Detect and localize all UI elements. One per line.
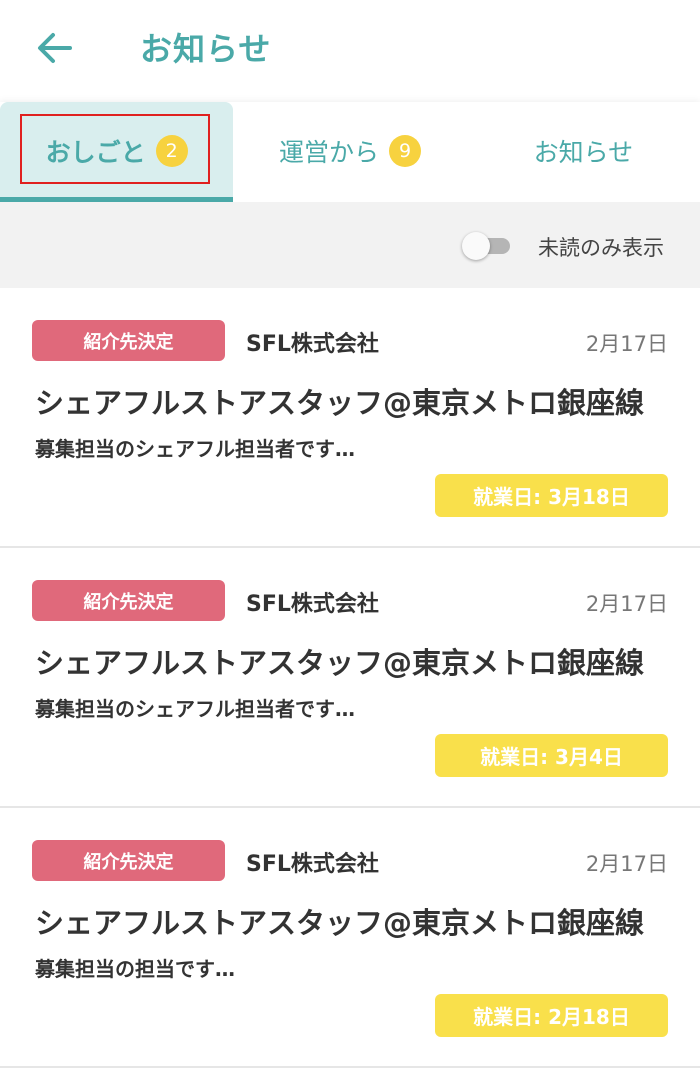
- status-tag: 紹介先決定: [32, 580, 225, 621]
- work-date-badge: 就業日: 3月4日: [435, 734, 668, 777]
- tab-bar: おしごと 2 運営から 9 お知らせ: [0, 102, 700, 202]
- work-date-badge: 就業日: 2月18日: [435, 994, 668, 1037]
- toggle-knob: [462, 232, 490, 260]
- notification-date: 2月17日: [585, 852, 668, 876]
- unread-count-badge: 2: [155, 135, 188, 167]
- notification-card[interactable]: 紹介先決定 SFL株式会社 2月17日 シェアフルストアスタッフ@東京メトロ銀座…: [0, 548, 700, 808]
- tab-label: お知らせ: [533, 138, 634, 167]
- tab-label: おしごと: [45, 138, 146, 167]
- notification-card[interactable]: 紹介先決定 SFL株式会社 2月17日 シェアフルストアスタッフ@東京メトロ銀座…: [0, 288, 700, 548]
- unread-count-badge: 9: [389, 135, 421, 167]
- job-title: シェアフルストアスタッフ@東京メトロ銀座線: [35, 646, 645, 680]
- app-header: お知らせ: [0, 0, 700, 102]
- unread-only-label: 未読のみ表示: [538, 236, 664, 260]
- status-tag: 紹介先決定: [32, 840, 225, 881]
- back-button[interactable]: [30, 28, 78, 68]
- job-title: シェアフルストアスタッフ@東京メトロ銀座線: [35, 386, 645, 420]
- message-snippet: 募集担当のシェアフル担当者です…: [35, 697, 355, 721]
- company-name: SFL株式会社: [246, 852, 379, 877]
- notification-card[interactable]: 紹介先決定 SFL株式会社 2月17日 シェアフルストアスタッフ@東京メトロ銀座…: [0, 808, 700, 1068]
- page-title: お知らせ: [140, 30, 272, 68]
- company-name: SFL株式会社: [246, 332, 379, 357]
- tab-oshigoto[interactable]: おしごと 2: [0, 102, 234, 202]
- unread-only-toggle[interactable]: [462, 232, 512, 260]
- work-date-badge: 就業日: 3月18日: [435, 474, 668, 517]
- arrow-left-icon: [38, 33, 72, 63]
- tab-unei[interactable]: 運営から 9: [233, 102, 466, 202]
- job-title: シェアフルストアスタッフ@東京メトロ銀座線: [35, 906, 645, 940]
- message-snippet: 募集担当のシェアフル担当者です…: [35, 437, 355, 461]
- tab-oshirase[interactable]: お知らせ: [467, 102, 700, 202]
- notification-date: 2月17日: [585, 332, 668, 356]
- company-name: SFL株式会社: [246, 592, 379, 617]
- status-tag: 紹介先決定: [32, 320, 225, 361]
- tab-label: 運営から: [278, 138, 379, 167]
- notification-list: 紹介先決定 SFL株式会社 2月17日 シェアフルストアスタッフ@東京メトロ銀座…: [0, 288, 700, 1068]
- message-snippet: 募集担当の担当です…: [35, 957, 235, 981]
- notification-date: 2月17日: [585, 592, 668, 616]
